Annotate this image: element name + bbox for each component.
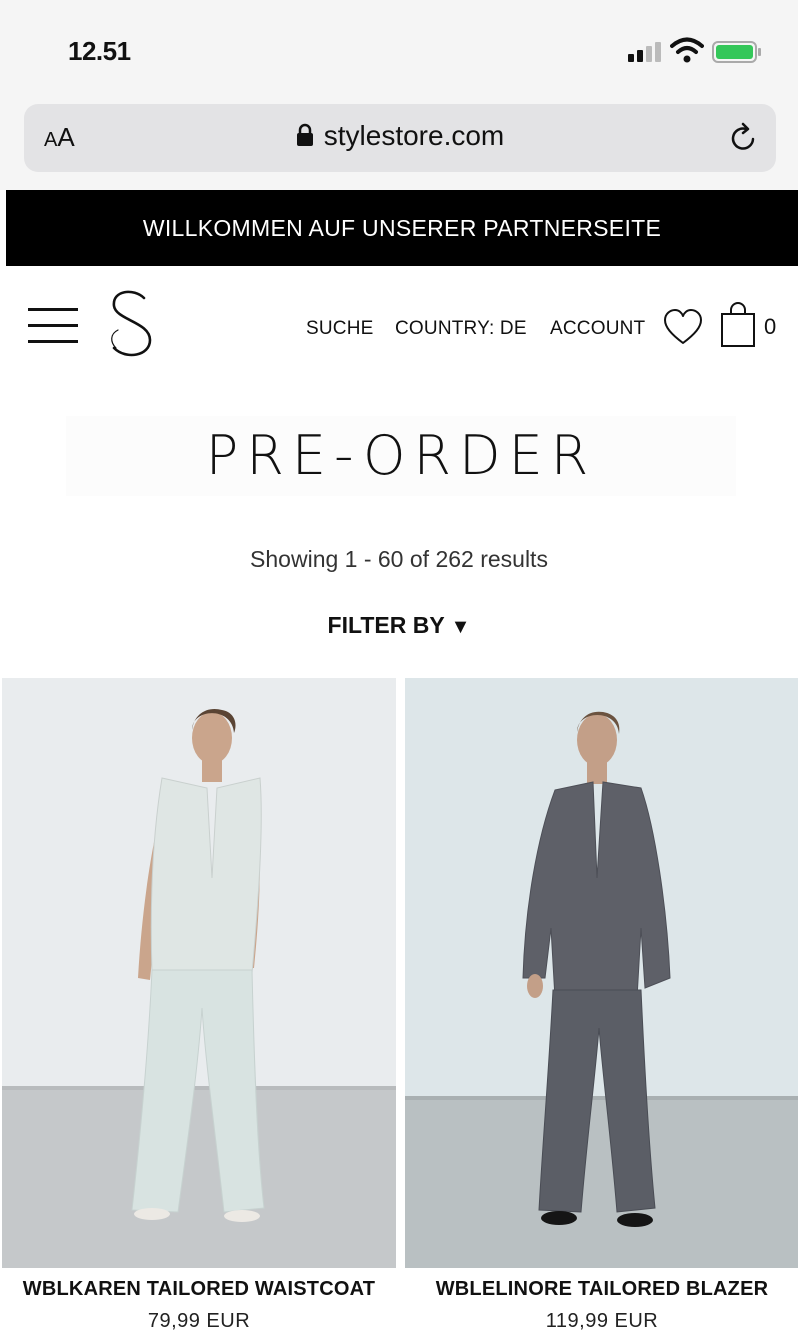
wifi-icon	[670, 37, 704, 63]
status-time: 12.51	[68, 36, 131, 66]
signal-icon	[628, 42, 664, 62]
filter-label: FILTER BY	[327, 612, 445, 638]
results-count: Showing 1 - 60 of 262 results	[250, 546, 548, 572]
battery-icon	[712, 41, 761, 63]
url-bar[interactable]: AA stylestore.com	[24, 104, 776, 172]
status-bar: 12.51	[0, 0, 798, 96]
product-name[interactable]: WBLELINORE TAILORED BLAZER	[405, 1278, 798, 1301]
menu-icon[interactable]	[28, 308, 80, 344]
url-text: stylestore.com	[323, 120, 505, 151]
caret-down-icon: ▼	[450, 616, 471, 638]
product-price: 119,99 EUR	[545, 1310, 659, 1332]
product-image[interactable]	[405, 678, 798, 1268]
url-display[interactable]: stylestore.com	[24, 120, 776, 152]
nav-country[interactable]: COUNTRY: DE	[395, 318, 527, 340]
lock-icon	[296, 123, 313, 146]
nav-account[interactable]: ACCOUNT	[550, 318, 645, 340]
logo[interactable]	[104, 288, 160, 360]
product-name[interactable]: WBLKAREN TAILORED WAISTCOAT	[2, 1278, 396, 1301]
site-header: SUCHE COUNTRY: DE ACCOUNT 0	[0, 266, 798, 396]
nav-search[interactable]: SUCHE	[306, 318, 374, 340]
bag-icon[interactable]	[720, 302, 756, 348]
browser-chrome: AA stylestore.com	[0, 96, 798, 190]
cart-count: 0	[764, 314, 777, 339]
heart-icon[interactable]	[662, 308, 704, 346]
page-title: PRE-ORDER	[66, 416, 736, 496]
reload-icon[interactable]	[726, 120, 762, 156]
product-image[interactable]	[2, 678, 396, 1268]
filter-button[interactable]: FILTER BY ▼	[0, 612, 798, 639]
announcement-bar: WILLKOMMEN AUF UNSERER PARTNERSEITE	[6, 190, 798, 266]
product-price: 79,99 EUR	[147, 1310, 251, 1332]
